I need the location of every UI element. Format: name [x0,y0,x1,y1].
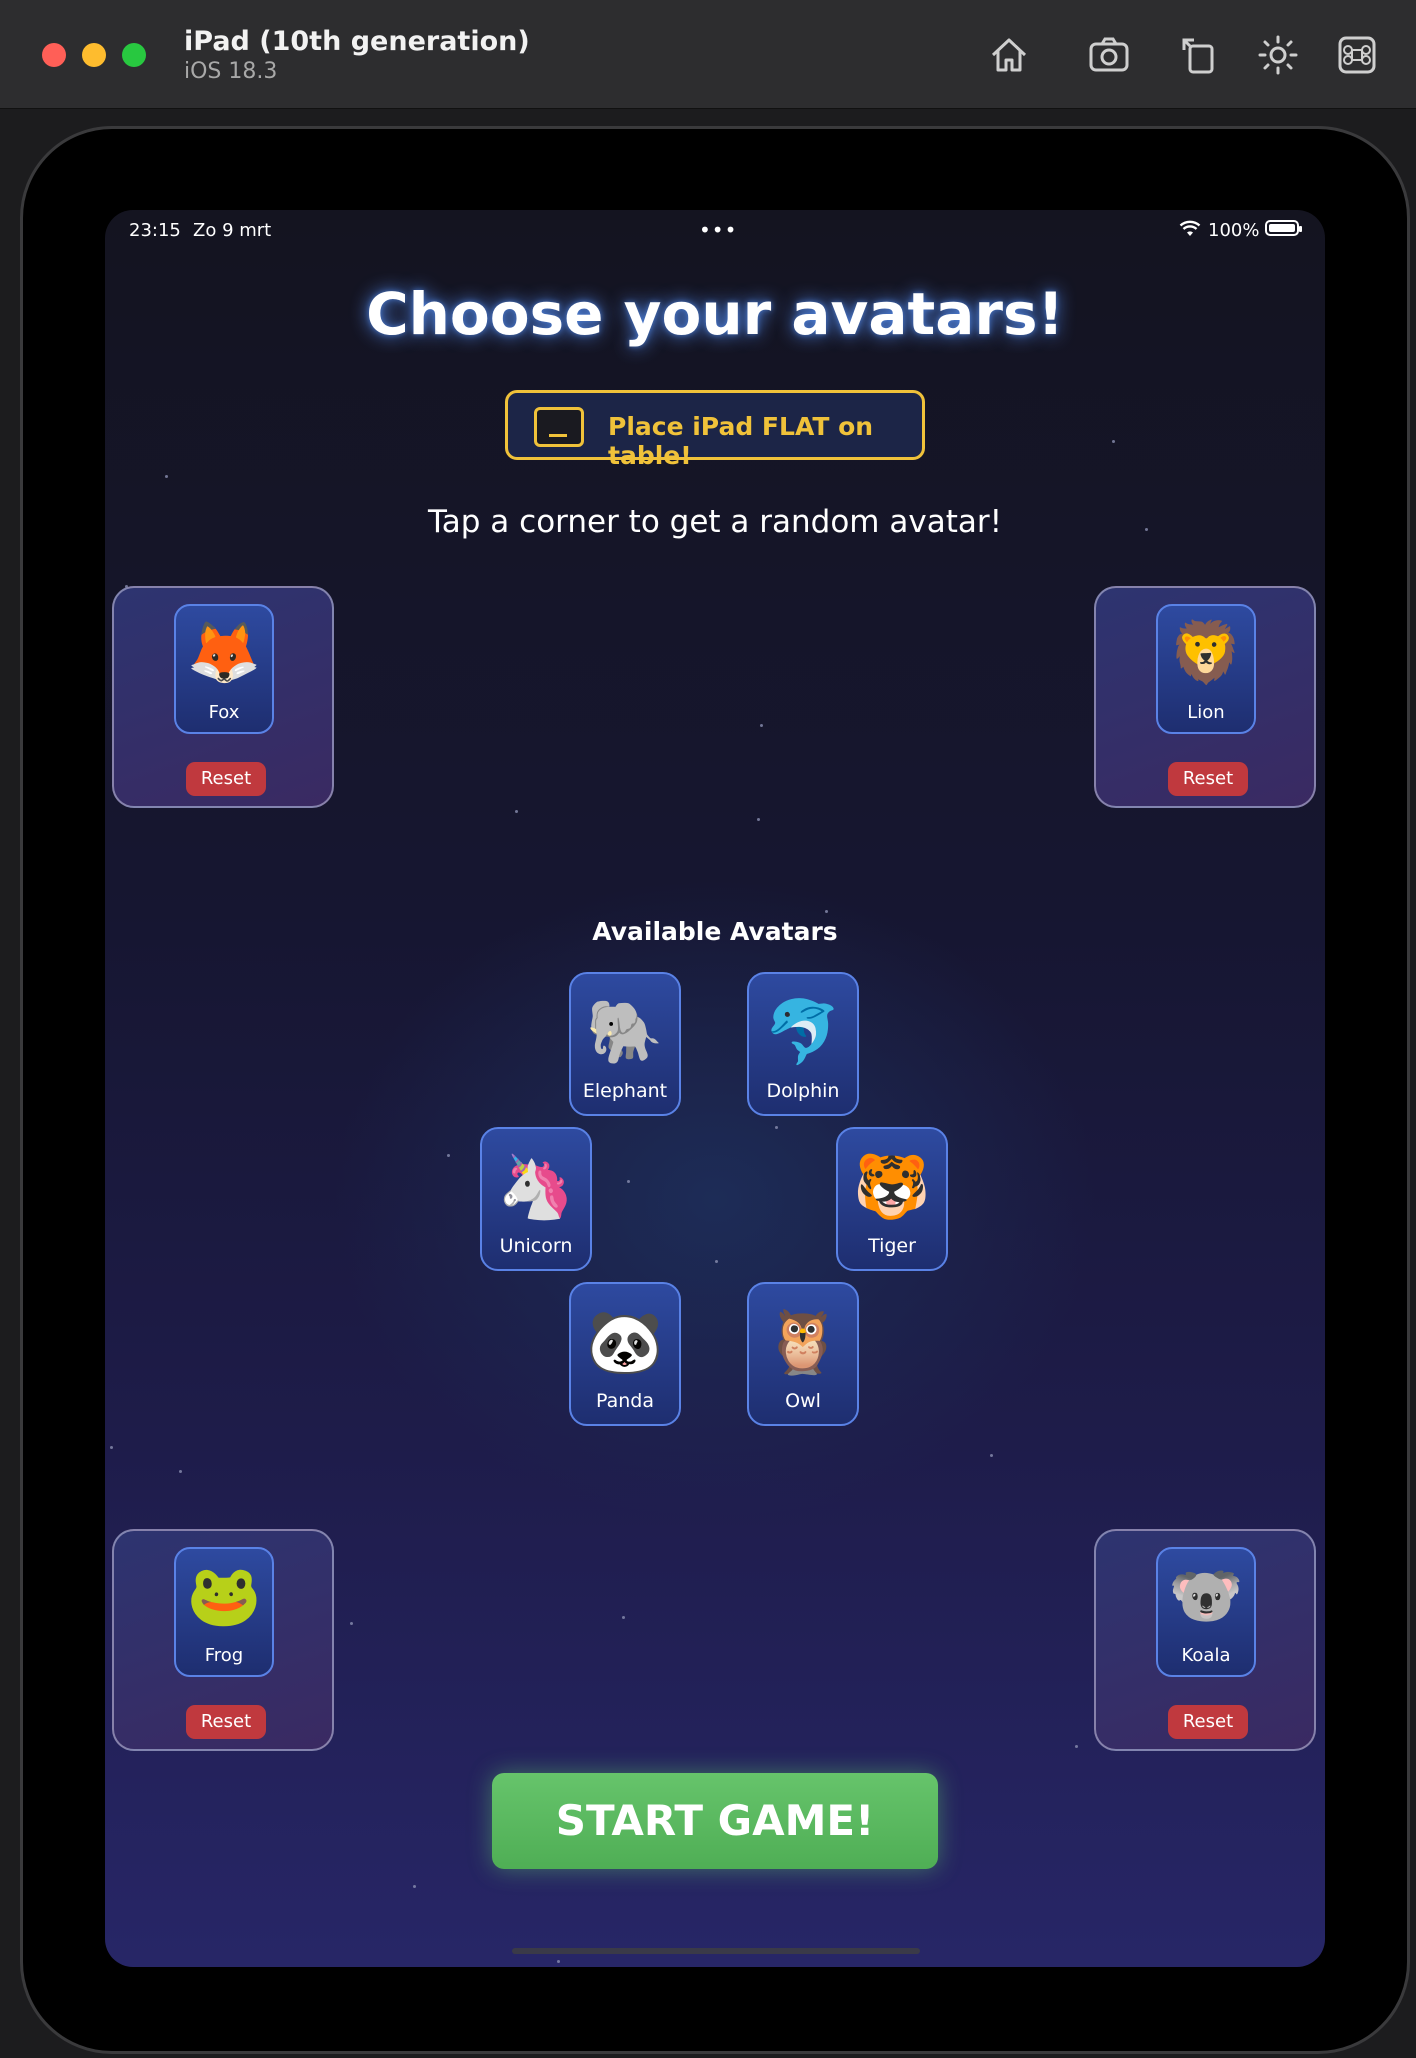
star [1112,440,1115,443]
avatar-name: Elephant [582,1080,668,1102]
star [413,1885,416,1888]
star [110,1446,113,1449]
corner-bottom-left[interactable]: 🐸 Frog Reset [112,1529,334,1751]
status-bar: 23:15 Zo 9 mrt ••• 100% [105,210,1325,250]
star [515,810,518,813]
avatar-option-panda[interactable]: 🐼 Panda [569,1282,681,1426]
avatar-name: Fox [208,702,240,723]
corner-avatar-card[interactable]: 🦊 Fox [174,604,274,734]
avatar-name: Panda [596,1390,654,1412]
avatar-name: Koala [1181,1645,1231,1666]
home-icon[interactable] [988,34,1030,76]
brightness-icon[interactable] [1257,34,1299,76]
fox-icon: 🦊 [186,618,262,688]
avatar-name: Unicorn [499,1235,573,1257]
avatar-name: Frog [204,1645,244,1666]
minimize-window-button[interactable] [82,43,106,67]
elephant-icon: 🐘 [586,995,664,1068]
page-title: Choose your avatars! [366,280,1064,348]
corner-avatar-card[interactable]: 🐸 Frog [174,1547,274,1677]
owl-icon: 🦉 [764,1305,842,1378]
tiger-icon: 🐯 [853,1150,931,1223]
corner-top-right[interactable]: 🦁 Lion Reset [1094,586,1316,808]
star [622,1616,625,1619]
star [990,1454,993,1457]
simulator-titlebar: iPad (10th generation) iOS 18.3 [0,0,1416,109]
avatar-name: Lion [1187,702,1225,723]
star [627,1180,630,1183]
status-date: Zo 9 mrt [193,220,272,241]
corner-top-left[interactable]: 🦊 Fox Reset [112,586,334,808]
star [715,1260,718,1263]
lion-icon: 🦁 [1168,618,1244,688]
zoom-window-button[interactable] [122,43,146,67]
dolphin-icon: 🐬 [764,995,842,1068]
avatar-name: Tiger [868,1235,916,1257]
reset-button[interactable]: Reset [186,1705,266,1739]
command-icon[interactable] [1336,34,1378,76]
avatar-option-dolphin[interactable]: 🐬 Dolphin [747,972,859,1116]
reset-button[interactable]: Reset [1168,762,1248,796]
close-window-button[interactable] [42,43,66,67]
reset-button[interactable]: Reset [1168,1705,1248,1739]
rotate-icon[interactable] [1178,34,1220,76]
frog-icon: 🐸 [186,1561,262,1631]
instruction-text: Tap a corner to get a random avatar! [427,504,1003,540]
battery-percentage: 100% [1208,220,1260,241]
reset-button[interactable]: Reset [186,762,266,796]
avatar-option-owl[interactable]: 🦉 Owl [747,1282,859,1426]
star [179,1470,182,1473]
multitasking-dots[interactable]: ••• [699,218,737,242]
star [775,1126,778,1129]
ipad-flat-icon [534,407,584,447]
ipad-screen: 23:15 Zo 9 mrt ••• 100% Choose your avat… [105,210,1325,1967]
star [447,1154,450,1157]
warning-text: Place iPad FLAT on table! [608,412,874,470]
star [825,910,828,913]
available-avatars-heading: Available Avatars [592,917,838,946]
star [557,1960,560,1963]
wifi-icon [1179,220,1201,243]
koala-icon: 🐨 [1168,1561,1244,1631]
home-indicator[interactable] [512,1948,920,1954]
star [165,475,168,478]
unicorn-icon: 🦄 [497,1150,575,1223]
avatar-name: Owl [785,1390,821,1412]
star [1075,1745,1078,1748]
status-time: 23:15 [129,220,181,241]
start-game-button[interactable]: START GAME! [492,1773,938,1869]
window-title: iPad (10th generation) [184,26,530,57]
star [760,724,763,727]
screenshot-icon[interactable] [1088,34,1130,76]
star [757,818,760,821]
battery-icon [1265,220,1302,236]
avatar-option-tiger[interactable]: 🐯 Tiger [836,1127,948,1271]
corner-bottom-right[interactable]: 🐨 Koala Reset [1094,1529,1316,1751]
avatar-name: Dolphin [766,1080,840,1102]
flat-warning-banner: Place iPad FLAT on table! [505,390,925,470]
corner-avatar-card[interactable]: 🦁 Lion [1156,604,1256,734]
panda-icon: 🐼 [586,1305,664,1378]
avatar-option-elephant[interactable]: 🐘 Elephant [569,972,681,1116]
window-subtitle: iOS 18.3 [184,59,278,84]
star [350,1622,353,1625]
corner-avatar-card[interactable]: 🐨 Koala [1156,1547,1256,1677]
avatar-option-unicorn[interactable]: 🦄 Unicorn [480,1127,592,1271]
